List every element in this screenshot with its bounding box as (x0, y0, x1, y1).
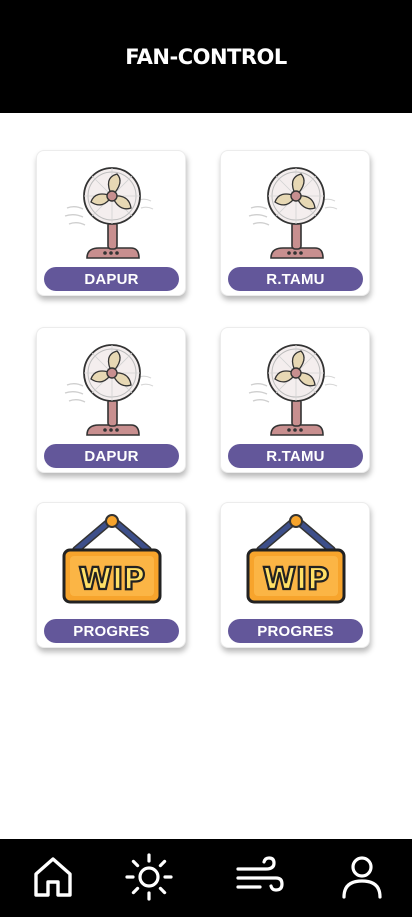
fan-card-r-tamu[interactable]: R.TAMU (220, 150, 370, 296)
fan-card-dapur[interactable]: DAPUR (36, 150, 186, 296)
bottom-nav (0, 839, 412, 917)
card-label: R.TAMU (228, 444, 363, 468)
nav-home-button[interactable] (27, 851, 79, 903)
wip-sign-icon: WIP (37, 509, 187, 619)
user-icon (342, 856, 382, 899)
fan-icon (37, 157, 187, 267)
progres-card[interactable]: WIP PROGRES (36, 502, 186, 648)
nav-wind-button[interactable] (233, 851, 285, 903)
fan-icon (37, 334, 187, 444)
nav-profile-button[interactable] (336, 851, 388, 903)
card-label: R.TAMU (228, 267, 363, 291)
wip-text: WIP (79, 562, 145, 597)
fan-card-dapur-2[interactable]: DAPUR (36, 327, 186, 473)
wip-sign-icon: WIP (221, 509, 371, 619)
progres-card-2[interactable]: WIP PROGRES (220, 502, 370, 648)
card-label: PROGRES (44, 619, 179, 643)
sun-icon (125, 853, 173, 901)
fan-card-r-tamu-2[interactable]: R.TAMU (220, 327, 370, 473)
card-label: DAPUR (44, 444, 179, 468)
fan-icon (221, 334, 371, 444)
fan-icon (221, 157, 371, 267)
card-label: PROGRES (228, 619, 363, 643)
home-icon (34, 857, 72, 897)
wip-text: WIP (263, 562, 329, 597)
wind-icon (236, 856, 284, 892)
nav-brightness-button[interactable] (123, 851, 175, 903)
device-grid: DAPUR R.TAMU DAPUR R.TAMU WIP PROGRES WI… (0, 0, 412, 840)
card-label: DAPUR (44, 267, 179, 291)
